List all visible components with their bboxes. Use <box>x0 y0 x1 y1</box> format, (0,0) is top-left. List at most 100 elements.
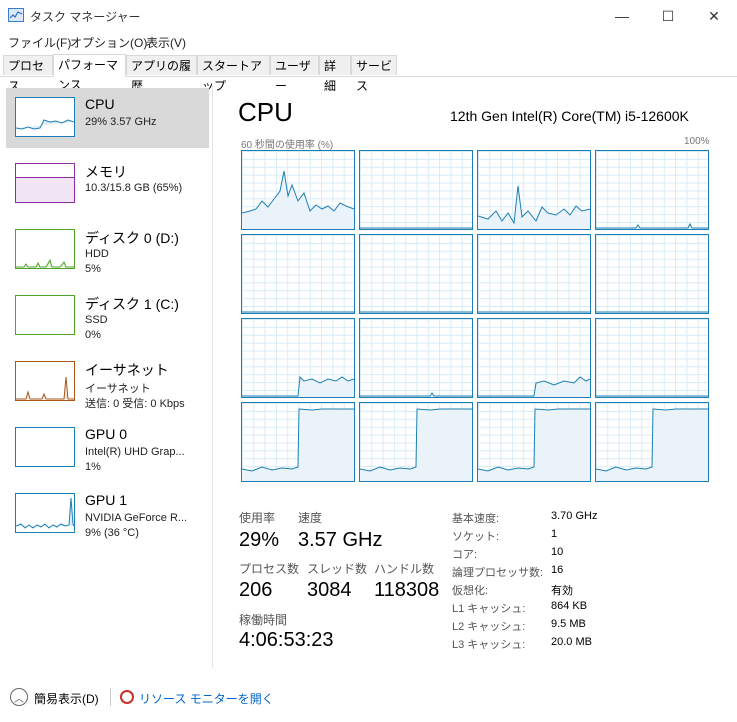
tab-users[interactable]: ユーザー <box>270 55 319 93</box>
sidebar-item-disk-0-usage: 5% <box>85 263 101 275</box>
sidebar-item-disk-0-type: HDD <box>85 248 109 260</box>
detail-value: 864 KB <box>551 600 588 612</box>
cpu-core-graph <box>595 234 709 314</box>
sidebar-item-ethernet[interactable]: イーサネット イーサネット 送信: 0 受信: 0 Kbps <box>6 352 209 412</box>
graph-max-label: 100% <box>684 136 710 147</box>
sidebar-item-gpu-1-usage: 9% (36 °C) <box>85 527 139 539</box>
sidebar-item-memory-title: メモリ <box>85 164 127 180</box>
detail-key: L3 キャッシュ: <box>452 639 526 651</box>
tab-app-history[interactable]: アプリの履歴 <box>126 55 197 93</box>
open-resource-monitor-link[interactable]: リソース モニターを開く <box>139 690 274 707</box>
threads-label: スレッド数 <box>307 562 368 576</box>
processes-value: 206 <box>239 579 273 601</box>
sidebar-item-gpu-1-title: GPU 1 <box>85 492 128 508</box>
sidebar-item-gpu-0[interactable]: GPU 0 Intel(R) UHD Grap... 1% <box>6 418 209 478</box>
usage-value: 29% <box>239 529 280 551</box>
speed-label: 速度 <box>298 511 323 525</box>
threads-value: 3084 <box>307 579 352 601</box>
tab-services[interactable]: サービス <box>351 55 397 93</box>
disk-1-thumbnail-graph <box>15 295 75 335</box>
detail-key: 仮想化: <box>452 585 489 597</box>
tab-performance[interactable]: パフォーマンス <box>53 54 126 92</box>
graph-caption: 60 秒間の使用率 (%) <box>241 140 334 151</box>
sidebar-item-disk-1-title: ディスク 1 (C:) <box>85 296 179 312</box>
sidebar-divider <box>212 86 213 668</box>
tab-details[interactable]: 詳細 <box>319 55 351 93</box>
sidebar-item-ethernet-title: イーサネット <box>85 362 169 378</box>
cpu-core-graph <box>241 150 355 230</box>
tab-processes[interactable]: プロセス <box>3 55 53 93</box>
cpu-core-graph <box>241 402 355 482</box>
uptime-value: 4:06:53:23 <box>239 629 334 651</box>
cpu-core-graph <box>359 234 473 314</box>
detail-value: 9.5 MB <box>551 618 586 630</box>
minimize-button[interactable]: — <box>599 0 645 32</box>
memory-thumbnail-graph <box>15 163 75 203</box>
detail-key: 論理プロセッサ数: <box>452 567 544 579</box>
footer-divider <box>110 688 111 706</box>
resource-sidebar: CPU 29% 3.57 GHz メモリ 10.3/15.8 GB (65%) … <box>0 77 212 667</box>
sidebar-item-gpu-1[interactable]: GPU 1 NVIDIA GeForce R... 9% (36 °C) <box>6 484 209 544</box>
cpu-thumbnail-graph <box>15 97 75 137</box>
sidebar-item-memory[interactable]: メモリ 10.3/15.8 GB (65%) <box>6 154 209 214</box>
gpu-1-thumbnail-graph <box>15 493 75 533</box>
cpu-core-graph <box>477 150 591 230</box>
sidebar-item-disk-0[interactable]: ディスク 0 (D:) HDD 5% <box>6 220 209 280</box>
menu-options[interactable]: オプション(O) <box>70 34 147 51</box>
fewer-details-button[interactable]: 簡易表示(D) <box>34 690 99 707</box>
sidebar-item-gpu-0-title: GPU 0 <box>85 426 128 442</box>
sidebar-item-disk-1[interactable]: ディスク 1 (C:) SSD 0% <box>6 286 209 346</box>
handles-label: ハンドル数 <box>374 562 435 576</box>
page-title: CPU <box>238 97 293 127</box>
cpu-core-graph <box>477 234 591 314</box>
sidebar-item-cpu-usage: 29% 3.57 GHz <box>85 116 157 128</box>
cpu-core-graph <box>595 150 709 230</box>
menu-view[interactable]: 表示(V) <box>146 34 186 51</box>
tab-startup[interactable]: スタートアップ <box>197 55 270 93</box>
maximize-button[interactable]: ☐ <box>645 0 691 32</box>
sidebar-item-disk-1-type: SSD <box>85 314 108 326</box>
sidebar-item-ethernet-adapter: イーサネット <box>85 383 151 395</box>
uptime-label: 稼働時間 <box>239 613 288 627</box>
menu-bar: ファイル(F) オプション(O) 表示(V) <box>0 32 737 52</box>
sidebar-item-gpu-1-model: NVIDIA GeForce R... <box>85 512 188 524</box>
cpu-core-graph <box>595 318 709 398</box>
close-button[interactable]: ✕ <box>691 0 737 32</box>
usage-label: 使用率 <box>239 511 276 525</box>
handles-value: 118308 <box>374 579 440 601</box>
tab-bar: プロセス パフォーマンス アプリの履歴 スタートアップ ユーザー 詳細 サービス <box>0 54 737 93</box>
detail-value: 1 <box>551 528 558 540</box>
detail-key: コア: <box>452 549 478 561</box>
cpu-model-name: 12th Gen Intel(R) Core(TM) i5-12600K <box>450 108 689 124</box>
menu-file[interactable]: ファイル(F) <box>8 34 71 51</box>
processes-label: プロセス数 <box>239 562 300 576</box>
cpu-core-graph <box>359 150 473 230</box>
disk-0-thumbnail-graph <box>15 229 75 269</box>
title-bar[interactable]: タスク マネージャー — ☐ ✕ <box>0 0 737 32</box>
detail-key: L2 キャッシュ: <box>452 621 526 633</box>
detail-value: 有効 <box>551 585 573 597</box>
cpu-core-graph <box>359 402 473 482</box>
sidebar-item-disk-0-title: ディスク 0 (D:) <box>85 230 179 246</box>
window-title: タスク マネージャー <box>30 10 141 24</box>
detail-key: ソケット: <box>452 531 500 543</box>
sidebar-item-disk-1-usage: 0% <box>85 329 101 341</box>
sidebar-item-cpu-title: CPU <box>85 96 115 112</box>
detail-value: 16 <box>551 564 564 576</box>
detail-value: 3.70 GHz <box>551 510 598 522</box>
chevron-up-icon[interactable]: ︿ <box>10 688 28 706</box>
sidebar-item-ethernet-throughput: 送信: 0 受信: 0 Kbps <box>85 398 185 410</box>
cpu-core-graph <box>241 318 355 398</box>
sidebar-item-cpu[interactable]: CPU 29% 3.57 GHz <box>6 88 209 148</box>
detail-key: 基本速度: <box>452 513 500 525</box>
speed-value: 3.57 GHz <box>298 529 383 551</box>
gpu-0-thumbnail-graph <box>15 427 75 467</box>
ethernet-thumbnail-graph <box>15 361 75 401</box>
cpu-core-graph <box>477 402 591 482</box>
cpu-core-graph <box>595 402 709 482</box>
sidebar-item-gpu-0-model: Intel(R) UHD Grap... <box>85 446 185 458</box>
sidebar-item-gpu-0-usage: 1% <box>85 461 101 473</box>
resource-monitor-icon <box>120 690 134 704</box>
cpu-core-graph <box>359 318 473 398</box>
cpu-core-graph <box>477 318 591 398</box>
